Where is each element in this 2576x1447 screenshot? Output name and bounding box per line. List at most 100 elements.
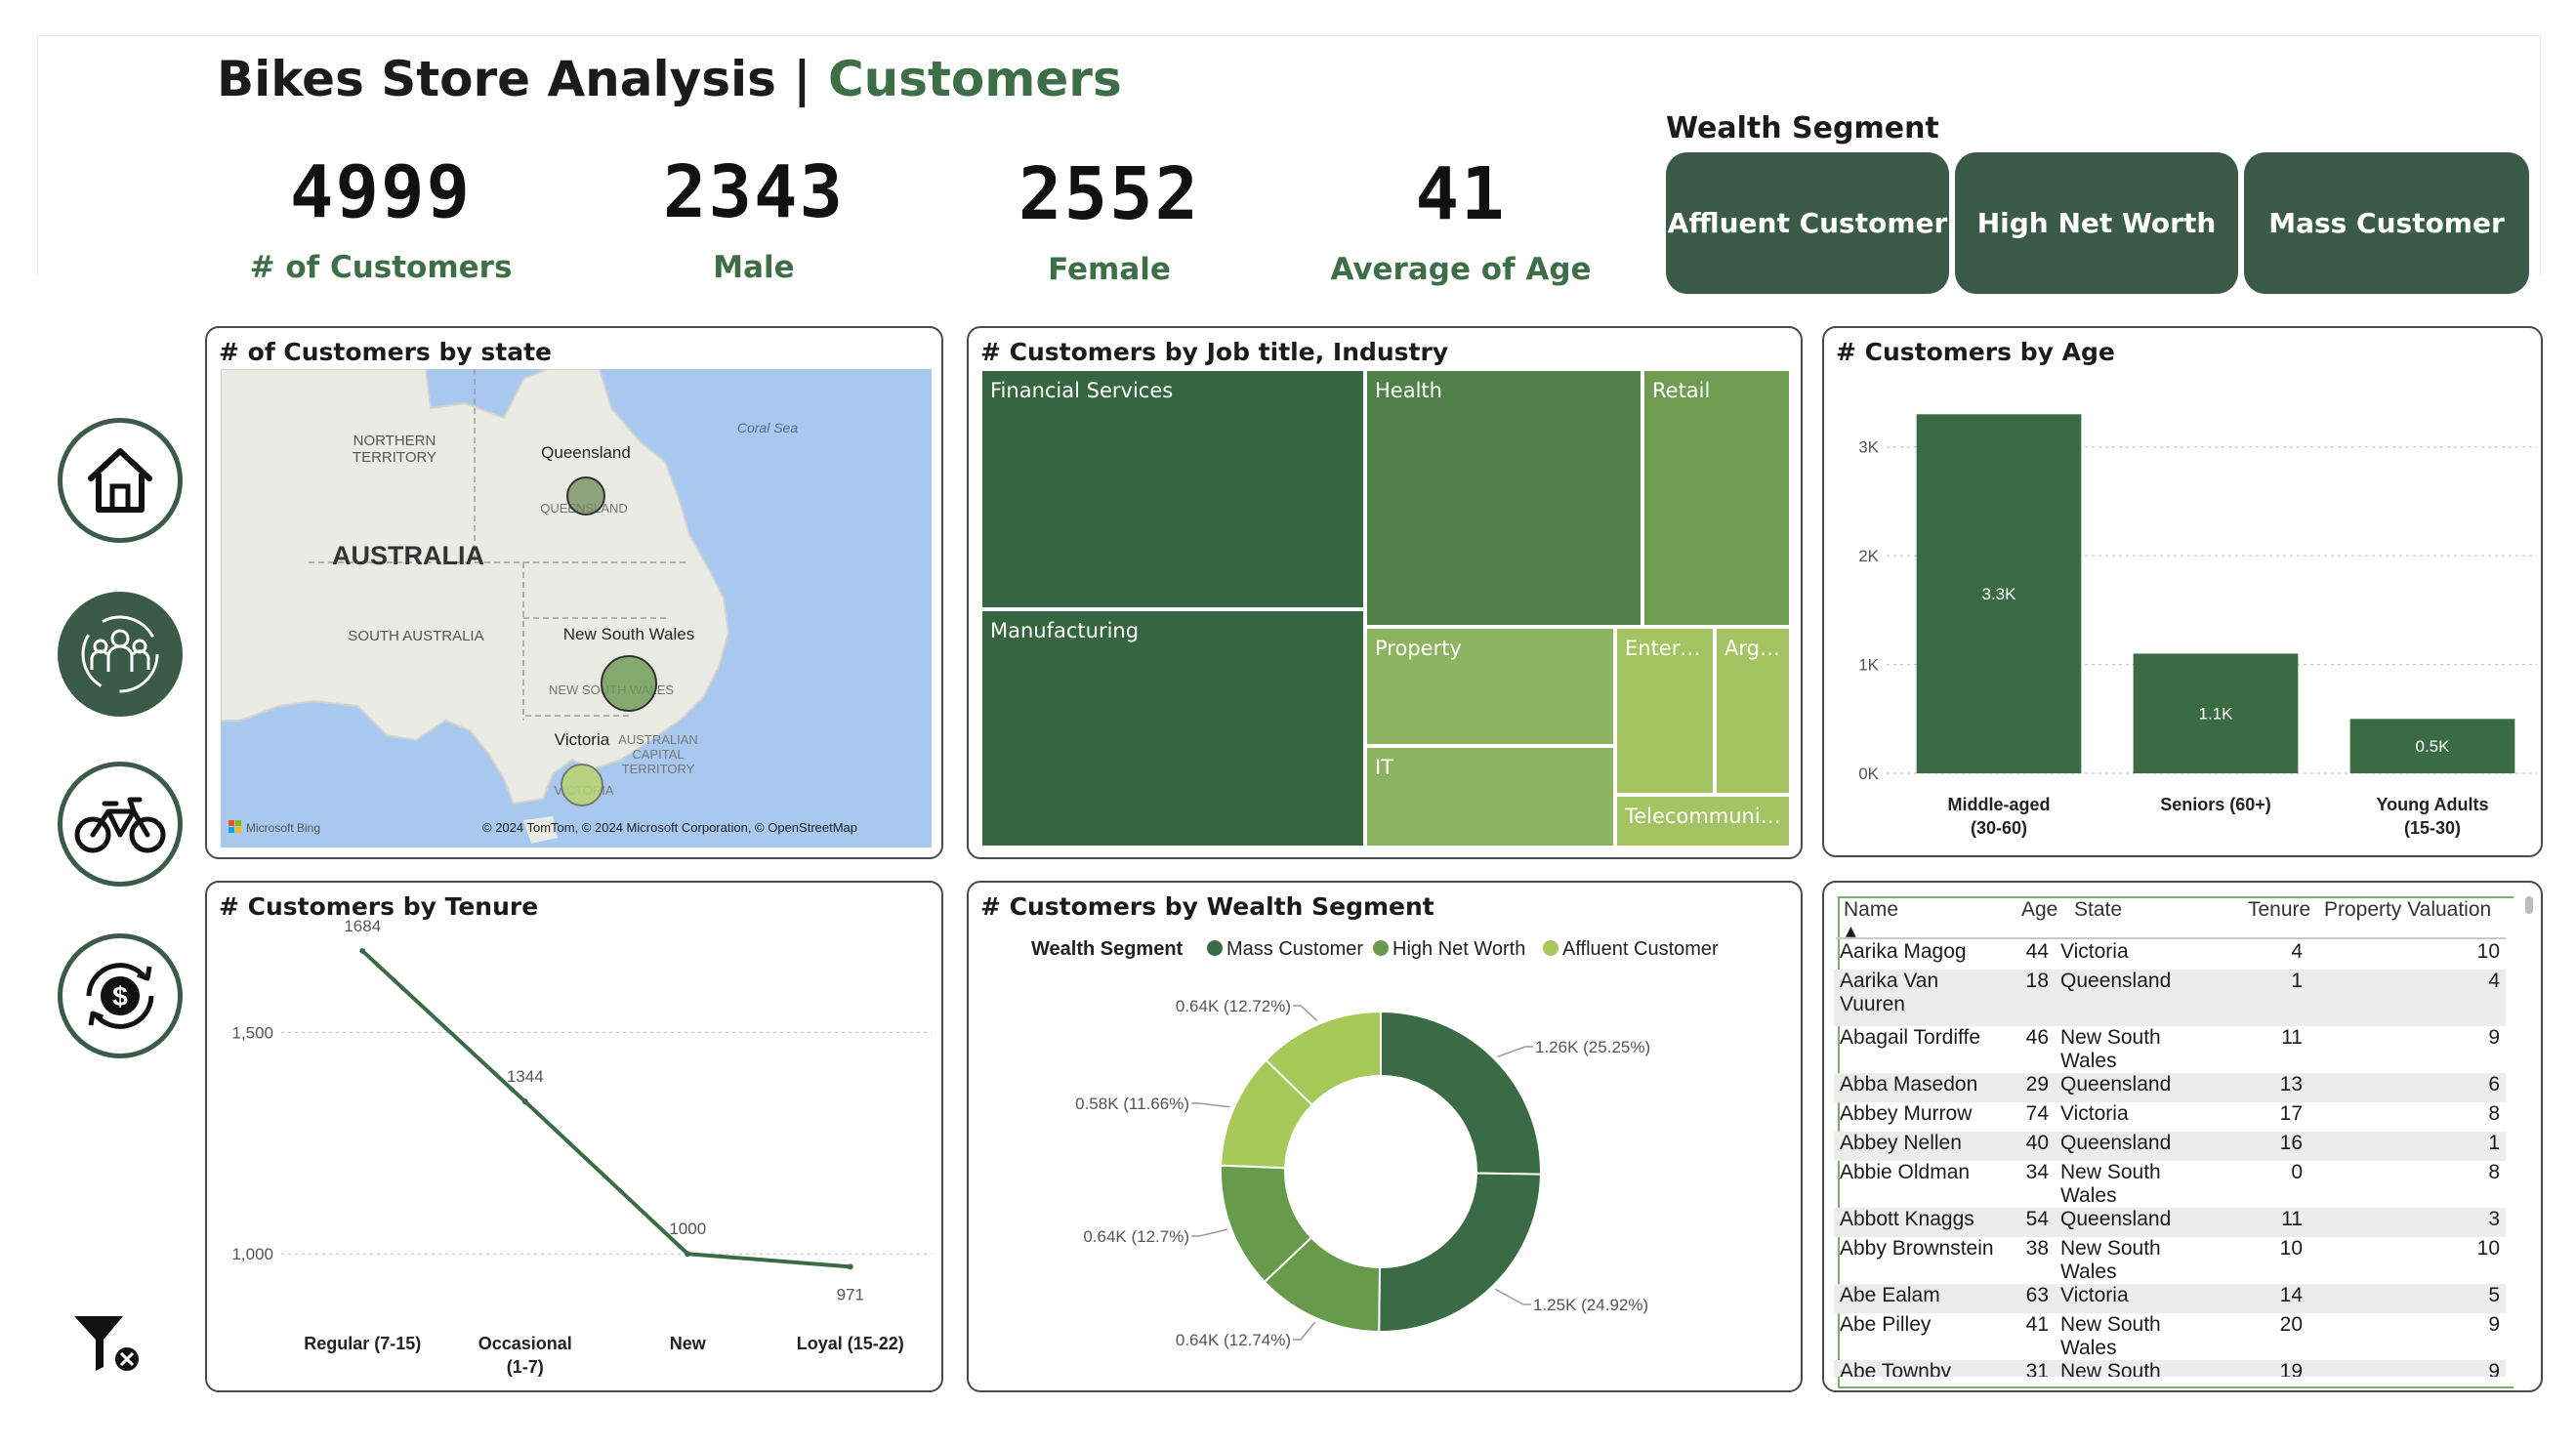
table-row[interactable]: Abby Brownstein 38 New South Wales 10 10 bbox=[1834, 1237, 2506, 1284]
kpi-value: 41 bbox=[1415, 152, 1507, 236]
wealth-segment-slicer-title: Wealth Segment bbox=[1666, 111, 1939, 145]
treemap-tile[interactable]: Enterta... bbox=[1615, 627, 1715, 795]
cell-state: Victoria bbox=[2055, 1284, 2226, 1313]
cell-name: Abbie Oldman bbox=[1840, 1161, 1971, 1183]
table-row[interactable]: Abba Masedon 29 Queensland 13 6 bbox=[1834, 1073, 2506, 1102]
donut-leader-line bbox=[1293, 1321, 1316, 1341]
age-ytick-label: 0K bbox=[1858, 765, 1879, 783]
cell-tenure: 13 bbox=[2226, 1073, 2308, 1102]
cell-state: Queensland bbox=[2055, 1208, 2226, 1237]
treemap-tile[interactable]: Financial Services bbox=[980, 369, 1365, 609]
map-bing-logo: Microsoft Bing bbox=[246, 821, 320, 835]
col-header-name[interactable]: Name bbox=[1844, 898, 1898, 922]
kpi-label: Average of Age bbox=[1330, 252, 1592, 287]
table-row[interactable]: Aarika Van Vuuren 18 Queensland 1 4 bbox=[1834, 970, 2506, 1026]
donut-data-label: 0.64K (12.74%) bbox=[1176, 1331, 1291, 1349]
map-canvas[interactable]: NORTHERN TERRITORY AUSTRALIA SOUTH AUSTR… bbox=[220, 368, 932, 848]
donut-data-label: 0.58K (11.66%) bbox=[1075, 1095, 1189, 1113]
legend-label[interactable]: Affluent Customer bbox=[1562, 938, 1719, 960]
age-ytick-label: 3K bbox=[1858, 438, 1879, 457]
map-bubble-victoria[interactable] bbox=[561, 764, 603, 806]
cell-property-valuation: 8 bbox=[2488, 1102, 2500, 1125]
cell-tenure: 11 bbox=[2226, 1208, 2308, 1237]
treemap-tile[interactable]: Manufacturing bbox=[980, 609, 1365, 848]
cell-age: 41 bbox=[2025, 1313, 2049, 1336]
cell-tenure: 10 bbox=[2279, 1237, 2303, 1260]
treemap-tile[interactable]: Telecommunica... bbox=[1615, 795, 1791, 848]
tenure-line[interactable] bbox=[360, 949, 851, 1269]
slicer-mass-customer[interactable]: Mass Customer bbox=[2244, 152, 2529, 294]
kpi-value: 2552 bbox=[1018, 152, 1201, 236]
cell-tenure: 20 bbox=[2279, 1313, 2303, 1336]
legend-marker bbox=[1543, 940, 1558, 956]
table-row[interactable]: Abagail Tordiffe 46 New South Wales 11 9 bbox=[1834, 1026, 2506, 1073]
col-header-tenure[interactable]: Tenure bbox=[2248, 898, 2310, 922]
wealth-chart-card: # Customers by Wealth Segment Wealth Seg… bbox=[967, 881, 1803, 1392]
map-label-nt: NORTHERN bbox=[353, 433, 436, 449]
table-row[interactable]: Abe Ealam 63 Victoria 14 5 bbox=[1834, 1284, 2506, 1313]
map-label-nsw: New South Wales bbox=[563, 625, 694, 643]
table-row[interactable]: Abe Pilley 41 New South Wales 20 9 bbox=[1834, 1313, 2506, 1360]
page-title: Bikes Store Analysis | Customers bbox=[217, 51, 1122, 107]
table-row[interactable]: Abbey Nellen 40 Queensland 16 1 bbox=[1834, 1132, 2506, 1161]
slicer-affluent-customer[interactable]: Affluent Customer bbox=[1666, 152, 1949, 294]
table-row[interactable]: Aarika Magog 44 Victoria 4 10 bbox=[1834, 940, 2506, 970]
table-row[interactable]: Abbie Oldman 34 New South Wales 0 8 bbox=[1834, 1161, 2506, 1208]
donut-slice[interactable] bbox=[1378, 1172, 1542, 1333]
map-bubble-queensland[interactable] bbox=[566, 476, 605, 516]
donut-leader-line bbox=[1497, 1046, 1533, 1057]
treemap-card: # Customers by Job title, Industry Finan… bbox=[967, 326, 1803, 859]
table-row[interactable]: Abbott Knaggs 54 Queensland 11 3 bbox=[1834, 1208, 2506, 1237]
nav-customers-button[interactable] bbox=[58, 592, 183, 717]
cell-state: Queensland bbox=[2055, 1073, 2226, 1102]
cell-name: Abagail Tordiffe bbox=[1840, 1026, 1980, 1049]
legend-label[interactable]: Mass Customer bbox=[1226, 938, 1363, 960]
title-main: Bikes Store Analysis | bbox=[217, 51, 828, 107]
age-category-label: Seniors (60+) bbox=[2160, 795, 2271, 814]
donut-data-label: 0.64K (12.72%) bbox=[1176, 997, 1291, 1015]
tenure-point[interactable] bbox=[685, 1251, 691, 1258]
age-bar-chart: 0K 1K 2K 3K 3.3K Middle-aged (30-60) 1.1K Senior… bbox=[1858, 414, 2537, 838]
cell-property-valuation: 9 bbox=[2488, 1313, 2500, 1336]
treemap-tile[interactable]: IT bbox=[1365, 746, 1615, 848]
map-bubble-nsw[interactable] bbox=[601, 655, 657, 712]
tenure-point[interactable] bbox=[847, 1263, 853, 1270]
cell-name: Abbott Knaggs bbox=[1834, 1208, 2006, 1237]
tenure-point[interactable] bbox=[521, 1098, 528, 1105]
nav-products-button[interactable] bbox=[58, 762, 183, 887]
nav-home-button[interactable] bbox=[58, 418, 183, 543]
clear-filters-button[interactable] bbox=[72, 1314, 143, 1379]
age-bar-data-label: 1.1K bbox=[2199, 705, 2234, 724]
donut-data-label: 1.25K (24.92%) bbox=[1533, 1296, 1648, 1314]
table-row[interactable]: Abe Townby31New South Wales199 bbox=[1834, 1360, 2506, 1377]
donut-slice[interactable] bbox=[1380, 1010, 1542, 1176]
cell-property-valuation: 9 bbox=[2308, 1360, 2506, 1377]
cell-tenure: 0 bbox=[2291, 1161, 2303, 1183]
cell-property-valuation: 4 bbox=[2308, 970, 2506, 1026]
cell-tenure: 16 bbox=[2226, 1132, 2308, 1161]
map-label-act: AUSTRALIAN bbox=[618, 732, 698, 747]
tenure-point[interactable] bbox=[359, 947, 366, 954]
australia-map: NORTHERN TERRITORY AUSTRALIA SOUTH AUSTR… bbox=[220, 368, 932, 848]
tenure-data-label: 1344 bbox=[507, 1067, 544, 1086]
col-header-state[interactable]: State bbox=[2074, 898, 2122, 922]
table-row[interactable]: Abbey Murrow 74 Victoria 17 8 bbox=[1834, 1102, 2506, 1132]
cell-state: Queensland bbox=[2055, 970, 2226, 1026]
col-header-property-valuation[interactable]: Property Valuation bbox=[2324, 898, 2491, 922]
treemap-tile[interactable]: Property bbox=[1365, 627, 1615, 746]
customers-icon bbox=[81, 615, 159, 693]
table-scrollbar[interactable] bbox=[2525, 896, 2533, 914]
treemap-tile[interactable]: Argic... bbox=[1715, 627, 1791, 795]
col-header-age[interactable]: Age bbox=[2021, 898, 2057, 922]
kpi-label: Male bbox=[713, 250, 795, 285]
cell-name: Abe Ealam bbox=[1834, 1284, 2006, 1313]
home-icon bbox=[88, 448, 152, 513]
nav-finance-button[interactable]: $ bbox=[58, 933, 183, 1058]
treemap-tile[interactable]: Health bbox=[1365, 369, 1642, 627]
cell-name: Abe Townby bbox=[1834, 1360, 2006, 1377]
legend-marker bbox=[1373, 940, 1389, 956]
slicer-high-net-worth[interactable]: High Net Worth bbox=[1955, 152, 2238, 294]
treemap-tile[interactable]: Retail bbox=[1642, 369, 1791, 627]
age-ytick-label: 1K bbox=[1858, 656, 1879, 675]
legend-label[interactable]: High Net Worth bbox=[1392, 938, 1525, 960]
